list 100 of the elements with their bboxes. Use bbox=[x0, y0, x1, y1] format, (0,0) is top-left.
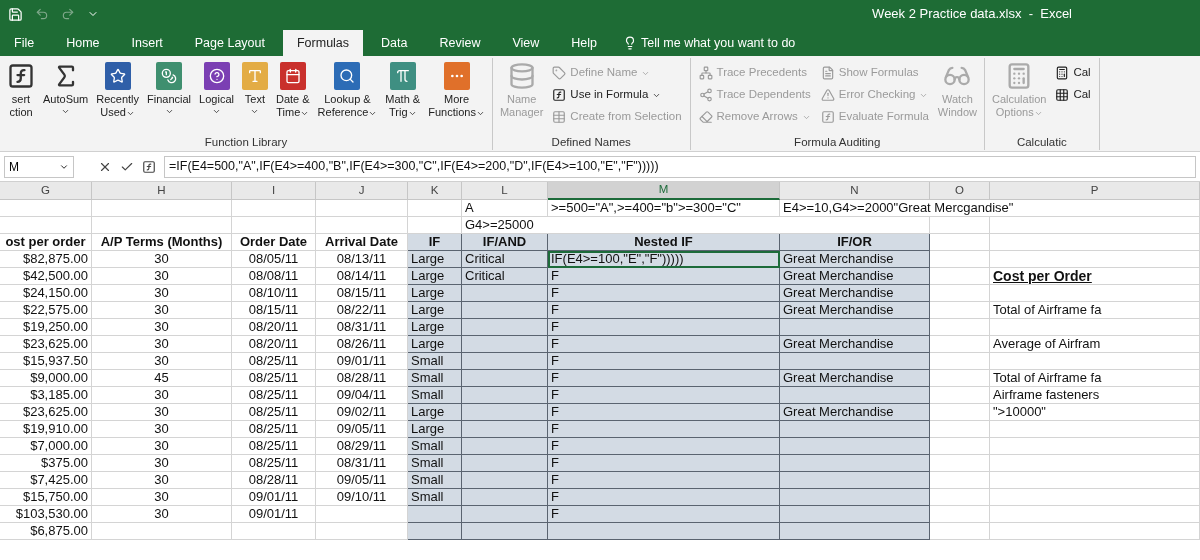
table-cell bbox=[930, 319, 990, 336]
table-cell: 08/25/11 bbox=[232, 455, 316, 472]
column-heading: IF/OR bbox=[780, 234, 930, 251]
ribbon-tab[interactable]: Review bbox=[425, 30, 495, 56]
table-cell: 30 bbox=[92, 353, 232, 370]
table-cell: 30 bbox=[92, 251, 232, 268]
column-header[interactable]: P bbox=[990, 182, 1200, 200]
ribbon-button[interactable]: Use in Formula bbox=[548, 84, 686, 106]
column-header[interactable]: H bbox=[92, 182, 232, 200]
table-cell: Small bbox=[408, 438, 462, 455]
table-cell: 08/25/11 bbox=[232, 421, 316, 438]
name-box[interactable]: M bbox=[4, 155, 74, 178]
table-cell bbox=[930, 523, 990, 540]
table-cell bbox=[930, 438, 990, 455]
table-cell: Small bbox=[408, 353, 462, 370]
table-cell: $22,575.00 bbox=[0, 302, 92, 319]
table-cell: 08/20/11 bbox=[232, 319, 316, 336]
table-cell bbox=[930, 421, 990, 438]
group-label: Calculatic bbox=[1015, 135, 1068, 150]
function-icon bbox=[820, 110, 835, 124]
ribbon-button[interactable]: sert ction bbox=[4, 58, 38, 132]
table-cell: $103,530.00 bbox=[0, 506, 92, 523]
table-cell: 08/25/11 bbox=[232, 353, 316, 370]
column-heading: Order Date bbox=[232, 234, 316, 251]
column-heading: IF bbox=[408, 234, 462, 251]
column-header[interactable]: I bbox=[232, 182, 316, 200]
table-cell: Large bbox=[408, 421, 462, 438]
table-cell: $24,150.00 bbox=[0, 285, 92, 302]
ribbon-button[interactable]: Math & Trig bbox=[382, 58, 424, 132]
table-cell bbox=[930, 387, 990, 404]
ribbon-tab[interactable]: File bbox=[0, 30, 49, 56]
insert-function-icon[interactable] bbox=[142, 159, 156, 174]
column-heading: IF/AND bbox=[462, 234, 548, 251]
table-cell: Small bbox=[408, 455, 462, 472]
table-cell: Great Merchandise bbox=[780, 302, 930, 319]
table-cell: A bbox=[462, 200, 548, 217]
column-header[interactable]: N bbox=[780, 182, 930, 200]
table-cell: $23,625.00 bbox=[0, 336, 92, 353]
ribbon-button[interactable]: Recently Used bbox=[93, 58, 143, 132]
ribbon-button[interactable]: AutoSum bbox=[40, 58, 92, 132]
column-header[interactable]: G bbox=[0, 182, 92, 200]
ribbon-button[interactable]: Logical bbox=[196, 58, 237, 132]
table-cell: $7,425.00 bbox=[0, 472, 92, 489]
function-icon bbox=[7, 62, 35, 90]
formula-field[interactable]: =IF(E4=500,"A",IF(E4>=400,"B",IF(E4>=300,"C",IF(E4>=200,"D",IF(E4>=100,"E","F"))))) bbox=[164, 155, 1196, 178]
table-cell: 30 bbox=[92, 421, 232, 438]
table-cell: $19,250.00 bbox=[0, 319, 92, 336]
ribbon-button[interactable]: Lookup & Reference bbox=[314, 58, 381, 132]
ribbon-button[interactable]: More Functions bbox=[425, 58, 488, 132]
table-cell bbox=[930, 302, 990, 319]
table-cell: $9,000.00 bbox=[0, 370, 92, 387]
table-cell: Large bbox=[408, 251, 462, 268]
table-cell bbox=[408, 200, 462, 217]
ribbon-tab[interactable]: Formulas bbox=[282, 30, 364, 56]
table-cell: F bbox=[548, 370, 780, 387]
table-cell: 08/25/11 bbox=[232, 404, 316, 421]
table-cell: F bbox=[548, 455, 780, 472]
ribbon-tab[interactable]: Home bbox=[52, 30, 114, 56]
table-cell: 30 bbox=[92, 438, 232, 455]
ribbon-button[interactable]: Cal bbox=[1051, 84, 1095, 106]
ribbon-button[interactable]: Cal bbox=[1051, 62, 1095, 84]
table-cell: F bbox=[548, 472, 780, 489]
group-label: Formula Auditing bbox=[793, 135, 882, 150]
table-cell: 09/01/11 bbox=[232, 506, 316, 523]
window-title: Week 2 Practice data.xlsx - Excel bbox=[872, 5, 1072, 24]
table-cell bbox=[930, 353, 990, 370]
column-heading: A/P Terms (Months) bbox=[92, 234, 232, 251]
table-cell bbox=[930, 455, 990, 472]
table-cell: 08/25/11 bbox=[232, 370, 316, 387]
table-cell: 45 bbox=[92, 370, 232, 387]
table-cell: 30 bbox=[92, 285, 232, 302]
table-cell: Small bbox=[408, 370, 462, 387]
table-cell: F bbox=[548, 489, 780, 506]
column-header[interactable]: J bbox=[316, 182, 408, 200]
ribbon-button[interactable]: Date & Time bbox=[272, 58, 313, 132]
column-header[interactable]: K bbox=[408, 182, 462, 200]
ribbon-button[interactable]: Financial bbox=[144, 58, 195, 132]
column-heading: ost per order bbox=[0, 234, 92, 251]
ribbon-tab[interactable]: Help bbox=[557, 30, 612, 56]
table-cell: F bbox=[548, 421, 780, 438]
tell-me-button[interactable]: Tell me what you want to do bbox=[615, 30, 804, 56]
ribbon-tab[interactable]: Data bbox=[367, 30, 422, 56]
table-cell: $7,000.00 bbox=[0, 438, 92, 455]
table-cell bbox=[930, 251, 990, 268]
ribbon-tab[interactable]: View bbox=[498, 30, 554, 56]
save-icon[interactable] bbox=[8, 6, 23, 22]
calculator-icon bbox=[1055, 66, 1070, 80]
column-header[interactable]: M bbox=[548, 182, 780, 200]
table-cell bbox=[930, 489, 990, 506]
table-cell bbox=[408, 523, 462, 540]
ribbon-tab[interactable]: Page Layout bbox=[180, 30, 279, 56]
table-cell: Great Merchandise bbox=[780, 370, 930, 387]
ribbon-tab[interactable]: Insert bbox=[117, 30, 177, 56]
table-cell: $375.00 bbox=[0, 455, 92, 472]
ribbon-button[interactable]: Text bbox=[238, 58, 271, 132]
group-label: Defined Names bbox=[550, 135, 632, 150]
table-cell: F bbox=[548, 268, 780, 285]
table-cell: $42,500.00 bbox=[0, 268, 92, 285]
table-cell: $23,625.00 bbox=[0, 404, 92, 421]
column-header[interactable]: O bbox=[930, 182, 990, 200]
